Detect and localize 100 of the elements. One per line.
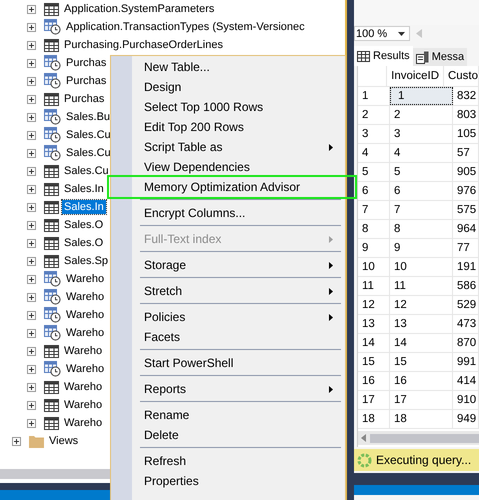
tree-item[interactable]: Wareho: [64, 308, 106, 322]
table-cell: 105: [453, 125, 479, 143]
tree-item[interactable]: Views: [47, 434, 80, 448]
row-number: 11: [358, 277, 390, 295]
menu-item[interactable]: Stretch: [111, 281, 345, 301]
table-cell: 191: [453, 258, 479, 276]
menu-item[interactable]: View Dependencies: [111, 157, 345, 177]
table-cell[interactable]: 13: [390, 315, 453, 333]
column-header: Custo: [444, 66, 479, 86]
tree-item[interactable]: Purchas: [64, 74, 108, 88]
table-cell[interactable]: 5: [390, 163, 453, 181]
menu-item[interactable]: Select Top 1000 Rows: [111, 97, 345, 117]
row-number: 9: [358, 239, 390, 257]
row-number: 16: [358, 372, 390, 390]
row-number: 3: [358, 125, 390, 143]
column-header: InvoiceID: [387, 66, 444, 86]
table-cell: 910: [453, 391, 479, 409]
tree-item[interactable]: Wareho: [62, 344, 104, 358]
tree-item[interactable]: Sales.Bu: [64, 110, 112, 124]
tree-item[interactable]: Sales.Cu: [62, 164, 111, 178]
row-number: 18: [358, 410, 390, 428]
table-cell[interactable]: 1: [390, 87, 453, 105]
table-cell[interactable]: 7: [390, 201, 453, 219]
table-cell: 586: [453, 277, 479, 295]
table-cell[interactable]: 10: [390, 258, 453, 276]
tree-item[interactable]: Purchasing.PurchaseOrderLines: [62, 38, 225, 52]
row-number: 4: [358, 144, 390, 162]
table-cell[interactable]: 4: [390, 144, 453, 162]
tree-item[interactable]: Wareho: [62, 380, 104, 394]
table-cell: 77: [453, 239, 479, 257]
row-number: 13: [358, 315, 390, 333]
tree-item[interactable]: Wareho: [62, 398, 104, 412]
menu-item[interactable]: Edit Top 200 Rows: [111, 117, 345, 137]
row-number: 5: [358, 163, 390, 181]
table-cell: 870: [453, 334, 479, 352]
row-number: 2: [358, 106, 390, 124]
menu-item[interactable]: Rename: [111, 405, 345, 425]
menu-item[interactable]: Policies: [111, 307, 345, 327]
table-cell: 832: [453, 87, 479, 105]
table-cell[interactable]: 17: [390, 391, 453, 409]
row-number: 17: [358, 391, 390, 409]
tree-item[interactable]: Purchas: [64, 56, 108, 70]
menu-item[interactable]: Delete: [111, 425, 345, 445]
tree-item[interactable]: Sales.In: [62, 200, 106, 214]
menu-item[interactable]: Properties: [111, 471, 345, 491]
table-cell: 57: [453, 144, 479, 162]
tree-item[interactable]: Sales.Sp: [62, 254, 110, 268]
menu-item[interactable]: Storage: [111, 255, 345, 275]
tree-item[interactable]: Wareho: [64, 362, 106, 376]
menu-item[interactable]: Facets: [111, 327, 345, 347]
tree-item[interactable]: Wareho: [64, 326, 106, 340]
menu-item[interactable]: Design: [111, 77, 345, 97]
menu-item[interactable]: Start PowerShell: [111, 353, 345, 373]
tree-item[interactable]: Sales.Cu: [64, 146, 113, 160]
results-tab[interactable]: Messa: [412, 48, 468, 66]
menu-item[interactable]: Reports: [111, 379, 345, 399]
table-cell[interactable]: 2: [390, 106, 453, 124]
tree-item[interactable]: Sales.O: [62, 218, 106, 232]
table-cell: 803: [453, 106, 479, 124]
tree-item[interactable]: Sales.O: [62, 236, 106, 250]
table-cell: 473: [453, 315, 479, 333]
table-cell[interactable]: 11: [390, 277, 453, 295]
tree-item[interactable]: Sales.In: [62, 182, 106, 196]
table-cell: 964: [453, 220, 479, 238]
menu-item[interactable]: New Table...: [111, 57, 345, 77]
table-cell[interactable]: 9: [390, 239, 453, 257]
tree-item[interactable]: Application.SystemParameters: [62, 2, 216, 16]
row-number: 14: [358, 334, 390, 352]
table-cell[interactable]: 12: [390, 296, 453, 314]
row-number: 7: [358, 201, 390, 219]
tree-item[interactable]: Purchas: [62, 92, 106, 106]
table-cell[interactable]: 8: [390, 220, 453, 238]
row-number: 12: [358, 296, 390, 314]
tree-item[interactable]: Sales.Cu: [64, 128, 113, 142]
row-number: 6: [358, 182, 390, 200]
table-cell: 414: [453, 372, 479, 390]
tree-item[interactable]: Wareho: [64, 272, 106, 286]
table-cell[interactable]: 16: [390, 372, 453, 390]
table-cell: 991: [453, 353, 479, 371]
tree-item[interactable]: Application.TransactionTypes (System-Versionec: [64, 20, 307, 34]
results-tab[interactable]: Results: [354, 46, 413, 66]
row-number: 10: [358, 258, 390, 276]
table-cell: 575: [453, 201, 479, 219]
menu-item[interactable]: Script Table as: [111, 137, 345, 157]
tree-item[interactable]: Wareho: [62, 416, 104, 430]
table-cell[interactable]: 18: [390, 410, 453, 428]
table-cell[interactable]: 15: [390, 353, 453, 371]
menu-item[interactable]: Memory Optimization Advisor: [109, 177, 355, 197]
tree-item[interactable]: Wareho: [64, 290, 106, 304]
table-cell: 949: [453, 410, 479, 428]
menu-item[interactable]: Encrypt Columns...: [111, 203, 345, 223]
table-cell: 905: [453, 163, 479, 181]
menu-item[interactable]: Refresh: [111, 451, 345, 471]
table-cell: 529: [453, 296, 479, 314]
zoom-dropdown[interactable]: 100 %: [354, 26, 410, 41]
row-number: 15: [358, 353, 390, 371]
table-cell[interactable]: 6: [390, 182, 453, 200]
table-cell[interactable]: 14: [390, 334, 453, 352]
table-cell[interactable]: 3: [390, 125, 453, 143]
row-number: 8: [358, 220, 390, 238]
